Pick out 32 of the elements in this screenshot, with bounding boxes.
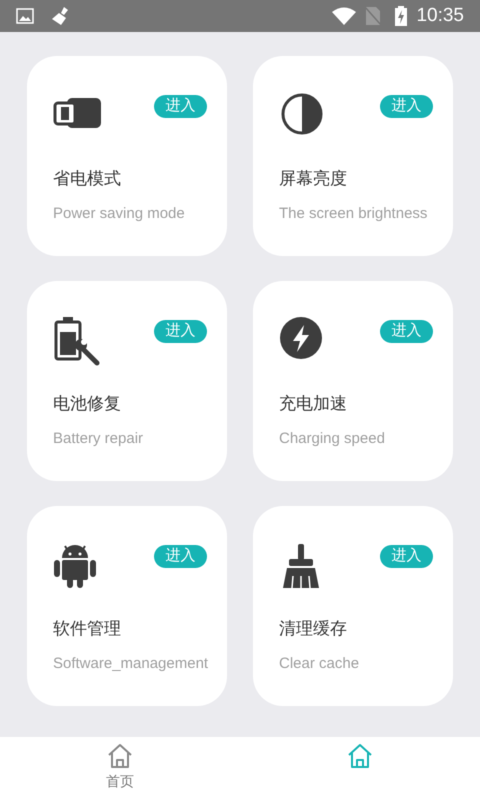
card-title: 充电加速	[279, 393, 348, 415]
feature-card[interactable]: 进入 软件管理 Software_management	[27, 506, 227, 706]
feature-card[interactable]: 进入 充电加速 Charging speed	[253, 281, 453, 481]
enter-button[interactable]: 进入	[154, 545, 207, 568]
card-subtitle: Power saving mode	[53, 204, 186, 224]
home-icon	[346, 743, 374, 769]
card-title: 电池修复	[53, 393, 122, 415]
battery-charging-icon	[394, 6, 408, 26]
card-title: 屏幕亮度	[279, 168, 348, 190]
card-subtitle: The screen brightness	[279, 204, 428, 224]
wifi-icon	[332, 7, 356, 25]
card-subtitle: Battery repair	[53, 428, 144, 448]
no-sim-icon	[364, 6, 382, 26]
feature-card[interactable]: 进入 电池修复 Battery repair	[27, 281, 227, 481]
home-icon	[106, 743, 134, 769]
enter-button[interactable]: 进入	[380, 320, 433, 343]
feature-card[interactable]: 进入 清理缓存 Clear cache	[253, 506, 453, 706]
enter-button[interactable]: 进入	[154, 320, 207, 343]
clock: 10:35	[416, 4, 464, 28]
nav-tab[interactable]: 首页	[0, 737, 240, 800]
card-subtitle: Clear cache	[279, 654, 360, 674]
enter-button[interactable]: 进入	[154, 95, 207, 118]
card-title: 清理缓存	[279, 618, 348, 640]
card-title: 软件管理	[53, 618, 122, 640]
card-subtitle: Software_management	[53, 654, 207, 674]
card-title: 省电模式	[53, 168, 122, 190]
enter-button[interactable]: 进入	[380, 95, 433, 118]
enter-button[interactable]: 进入	[380, 545, 433, 568]
card-subtitle: Charging speed	[279, 428, 386, 448]
image-icon	[16, 8, 34, 24]
feature-card[interactable]: 进入 省电模式 Power saving mode	[27, 56, 227, 256]
feature-card[interactable]: 进入 屏幕亮度 The screen brightness	[253, 56, 453, 256]
